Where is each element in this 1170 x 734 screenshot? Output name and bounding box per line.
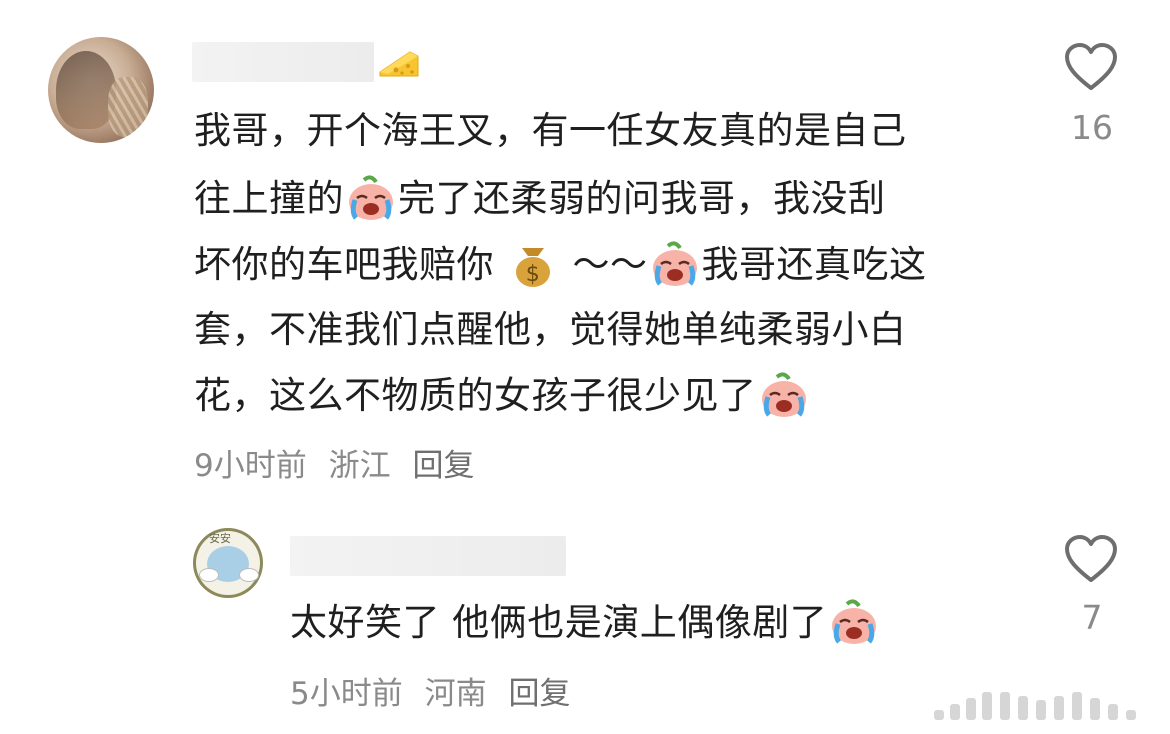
avatar-hair-shape bbox=[56, 51, 116, 129]
comment-meta: 9小时前 浙江 回复 bbox=[194, 440, 486, 485]
comment-text-segment: 我哥还真吃这 bbox=[701, 243, 927, 286]
signal-bars-icon bbox=[934, 692, 1136, 720]
heart-outline-icon[interactable] bbox=[1064, 534, 1118, 584]
crying-laughing-peach-emoji bbox=[652, 240, 697, 286]
comment-location: 河南 bbox=[424, 676, 487, 712]
avatar-wing-shape bbox=[239, 568, 259, 582]
like-count: 7 bbox=[1081, 598, 1103, 637]
comment-location: 浙江 bbox=[328, 448, 391, 484]
comment-text-line: 往上撞的 完了还柔弱的问我哥，我没刮 bbox=[194, 166, 886, 231]
user-avatar[interactable]: 安安 bbox=[193, 528, 263, 598]
crying-laughing-peach-emoji bbox=[349, 174, 393, 220]
comment-text-line: 我哥，开个海王叉，有一任女友真的是自己 bbox=[194, 109, 907, 152]
reply-button[interactable]: 回复 bbox=[412, 448, 474, 484]
avatar-wheat-shape bbox=[108, 77, 148, 137]
comment-text-line: 坏你的车吧我赔你 $ ～～ 我哥还真吃这 bbox=[194, 232, 927, 297]
money-bag-emoji: $ bbox=[516, 247, 551, 287]
comment-text-line: 太好笑了 他俩也是演上偶像剧了 bbox=[290, 590, 881, 655]
crying-laughing-peach-emoji bbox=[761, 371, 806, 417]
avatar-tag: 安安 bbox=[209, 532, 231, 545]
username-redacted[interactable] bbox=[290, 536, 566, 576]
comment-text-segment: 花，这么不物质的女孩子很少见了 bbox=[194, 374, 757, 417]
comment-text-line: 花，这么不物质的女孩子很少见了 bbox=[194, 363, 811, 428]
comment-text-segment: 坏你的车吧我赔你 bbox=[194, 243, 494, 286]
comment-text-segment: 太好笑了 他俩也是演上偶像剧了 bbox=[290, 601, 828, 644]
avatar-wing-shape bbox=[199, 568, 219, 582]
comment-text-segment: ～～ bbox=[572, 243, 648, 286]
comment-text-segment: 完了还柔弱的问我哥，我没刮 bbox=[398, 177, 886, 220]
crying-laughing-peach-emoji bbox=[832, 598, 877, 644]
cheese-icon bbox=[379, 51, 419, 77]
comment-text-segment: 往上撞的 bbox=[194, 177, 344, 220]
comment-meta: 5小时前 河南 回复 bbox=[290, 668, 582, 713]
comment-text-line: 套，不准我们点醒他，觉得她单纯柔弱小白 bbox=[194, 308, 907, 351]
svg-text:$: $ bbox=[526, 262, 541, 287]
comment-time: 5小时前 bbox=[290, 676, 403, 712]
like-count: 16 bbox=[1071, 108, 1113, 147]
reply-button[interactable]: 回复 bbox=[508, 676, 570, 712]
user-avatar[interactable] bbox=[48, 37, 154, 143]
comment-time: 9小时前 bbox=[194, 448, 307, 484]
username-redacted[interactable] bbox=[192, 42, 374, 82]
heart-outline-icon[interactable] bbox=[1064, 42, 1118, 92]
